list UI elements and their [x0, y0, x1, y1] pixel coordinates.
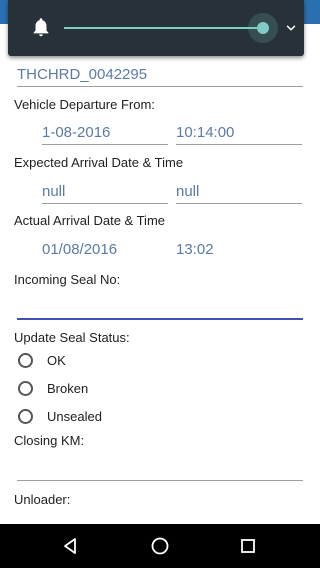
actual-arrival-label: Actual Arrival Date & Time	[14, 213, 165, 228]
unloader-label: Unloader:	[14, 492, 71, 507]
departure-label: Vehicle Departure From:	[14, 97, 155, 112]
bell-icon[interactable]	[30, 15, 52, 39]
seal-status-label: Update Seal Status:	[14, 330, 130, 345]
departure-date-field[interactable]: 1-08-2016	[42, 124, 168, 145]
radio-label: OK	[47, 352, 66, 368]
radio-label: Broken	[47, 380, 89, 396]
seal-option-broken[interactable]: Broken	[18, 377, 88, 399]
back-icon	[64, 538, 76, 554]
chevron-down-icon[interactable]	[284, 21, 298, 35]
radio-label: Unsealed	[47, 408, 102, 424]
volume-panel	[8, 0, 304, 56]
incoming-seal-input[interactable]	[17, 296, 303, 320]
trip-id-field[interactable]: THCHRD_0042295	[17, 66, 303, 87]
radio-button[interactable]	[18, 408, 33, 424]
actual-date-value: 01/08/2016	[42, 241, 118, 258]
departure-time-field[interactable]: 10:14:00	[176, 124, 302, 145]
incoming-seal-label: Incoming Seal No:	[14, 272, 121, 287]
seal-option-ok[interactable]: OK	[18, 349, 66, 371]
expected-arrival-label: Expected Arrival Date & Time	[14, 155, 184, 170]
radio-button[interactable]	[18, 352, 33, 368]
actual-time-value: 13:02	[176, 241, 214, 258]
closing-km-label: Closing KM:	[14, 433, 85, 448]
volume-slider-track[interactable]	[64, 27, 264, 29]
expected-date-field[interactable]: null	[42, 183, 168, 204]
home-icon	[151, 537, 169, 555]
navigation-bar	[0, 524, 320, 568]
radio-button[interactable]	[18, 380, 33, 396]
home-button[interactable]	[130, 524, 190, 568]
seal-option-unsealed[interactable]: Unsealed	[18, 405, 102, 427]
expected-time-field[interactable]: null	[176, 183, 302, 204]
closing-km-input[interactable]	[17, 460, 303, 481]
volume-slider-thumb[interactable]	[257, 22, 269, 34]
back-button[interactable]	[40, 524, 100, 568]
recents-button[interactable]	[218, 524, 278, 568]
recents-icon	[241, 539, 255, 553]
